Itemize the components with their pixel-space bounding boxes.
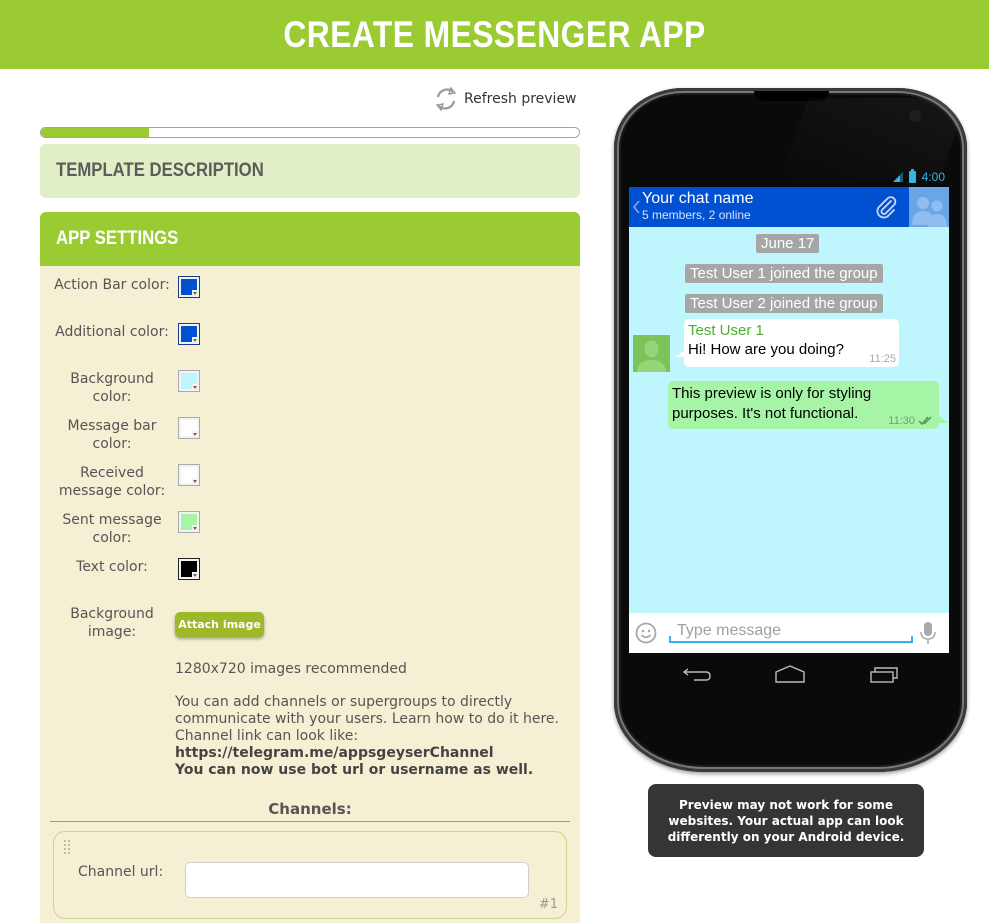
color-picker-background[interactable] xyxy=(178,370,200,392)
dropdown-arrow-icon xyxy=(192,384,199,391)
channels-info: You can add channels or supergroups to d… xyxy=(175,694,575,779)
color-picker-additional[interactable] xyxy=(178,323,200,345)
message-input[interactable]: Type message xyxy=(669,619,913,643)
page-title: CREATE MESSENGER APP xyxy=(283,13,706,55)
channel-item: Channel url: #1 xyxy=(53,831,567,919)
refresh-icon xyxy=(435,86,457,112)
setting-label: Action Bar color: xyxy=(54,277,170,293)
microphone-icon[interactable] xyxy=(920,621,936,645)
double-check-icon xyxy=(918,416,932,426)
group-avatar-icon[interactable] xyxy=(909,187,949,227)
back-chevron-icon[interactable] xyxy=(631,199,641,215)
setting-label: Message bar color: xyxy=(67,418,157,452)
message-text: This preview is only for styling purpose… xyxy=(672,385,872,422)
channel-url-input[interactable] xyxy=(185,862,529,898)
paperclip-icon[interactable] xyxy=(873,194,899,220)
dropdown-arrow-icon xyxy=(192,431,199,438)
chat-action-bar: Your chat name 5 members, 2 online xyxy=(629,187,949,227)
system-message: Test User 1 joined the group xyxy=(685,264,883,283)
progress-fill xyxy=(41,128,149,137)
chat-name: Your chat name xyxy=(642,190,754,207)
drag-handle-icon[interactable] xyxy=(64,840,74,860)
setting-label: Background color: xyxy=(70,371,154,405)
recent-apps-nav-icon[interactable] xyxy=(868,664,900,684)
phone-glare xyxy=(779,98,969,178)
message-input-placeholder: Type message xyxy=(677,622,782,639)
home-nav-icon[interactable] xyxy=(774,664,806,684)
message-sender: Test User 1 xyxy=(688,322,764,339)
template-description-panel[interactable]: TEMPLATE DESCRIPTION xyxy=(40,144,580,198)
status-bar: 4:00 xyxy=(629,168,949,186)
chat-preview-screen: Your chat name 5 members, 2 online June … xyxy=(629,187,949,653)
color-picker-received-message[interactable] xyxy=(178,464,200,486)
setting-label: Sent message color: xyxy=(62,512,162,546)
color-picker-action-bar[interactable] xyxy=(178,276,200,298)
preview-disclaimer: Preview may not work for some websites. … xyxy=(648,784,924,857)
app-settings-panel-header[interactable]: APP SETTINGS xyxy=(40,212,580,266)
user-avatar-icon xyxy=(633,335,670,372)
dropdown-arrow-icon xyxy=(192,478,199,485)
channels-heading: Channels: xyxy=(50,800,570,822)
dropdown-arrow-icon xyxy=(192,572,199,579)
status-time: 4:00 xyxy=(921,170,945,184)
app-settings-body: Action Bar color: Additional color: Back… xyxy=(40,266,580,923)
channel-number: #1 xyxy=(538,897,558,912)
dropdown-arrow-icon xyxy=(192,337,199,344)
setting-label: Received message color: xyxy=(58,465,166,499)
battery-icon xyxy=(908,169,916,183)
received-message-bubble: Test User 1 Hi! How are you doing? 11:25 xyxy=(675,319,899,367)
message-time: 11:25 xyxy=(869,353,896,365)
chat-members-status: 5 members, 2 online xyxy=(642,208,751,222)
attach-image-button[interactable]: Attach image xyxy=(175,612,264,637)
setting-label: Background image: xyxy=(70,606,154,640)
template-description-heading: TEMPLATE DESCRIPTION xyxy=(56,160,264,181)
dropdown-arrow-icon xyxy=(192,525,199,532)
channels-info-text: You can add channels or supergroups to d… xyxy=(175,694,559,744)
emoji-icon[interactable] xyxy=(635,622,657,644)
message-time: 11:30 xyxy=(888,415,915,427)
color-picker-sent-message[interactable] xyxy=(178,511,200,533)
header-bar: CREATE MESSENGER APP xyxy=(0,0,989,69)
image-size-hint: 1280x720 images recommended xyxy=(175,661,407,677)
channel-link-example: https://telegram.me/appsgeyserChannel xyxy=(175,745,494,761)
dropdown-arrow-icon xyxy=(192,290,199,297)
app-settings-heading: APP SETTINGS xyxy=(56,228,179,249)
sent-message-bubble: This preview is only for styling purpose… xyxy=(668,381,948,429)
message-input-bar: Type message xyxy=(629,613,949,653)
setting-label: Additional color: xyxy=(55,324,169,340)
back-nav-icon[interactable] xyxy=(682,664,712,684)
color-picker-text[interactable] xyxy=(178,558,200,580)
progress-bar xyxy=(40,127,580,138)
date-chip: June 17 xyxy=(756,234,820,253)
message-text: Hi! How are you doing? xyxy=(688,341,844,358)
channels-bot-note: You can now use bot url or username as w… xyxy=(175,762,534,778)
refresh-preview-label: Refresh preview xyxy=(464,91,577,107)
setting-label: Text color: xyxy=(76,559,148,575)
system-message: Test User 2 joined the group xyxy=(685,294,883,313)
channel-url-label: Channel url: xyxy=(78,864,164,880)
color-picker-message-bar[interactable] xyxy=(178,417,200,439)
signal-icon xyxy=(892,172,903,182)
refresh-preview-button[interactable]: Refresh preview xyxy=(432,85,577,113)
